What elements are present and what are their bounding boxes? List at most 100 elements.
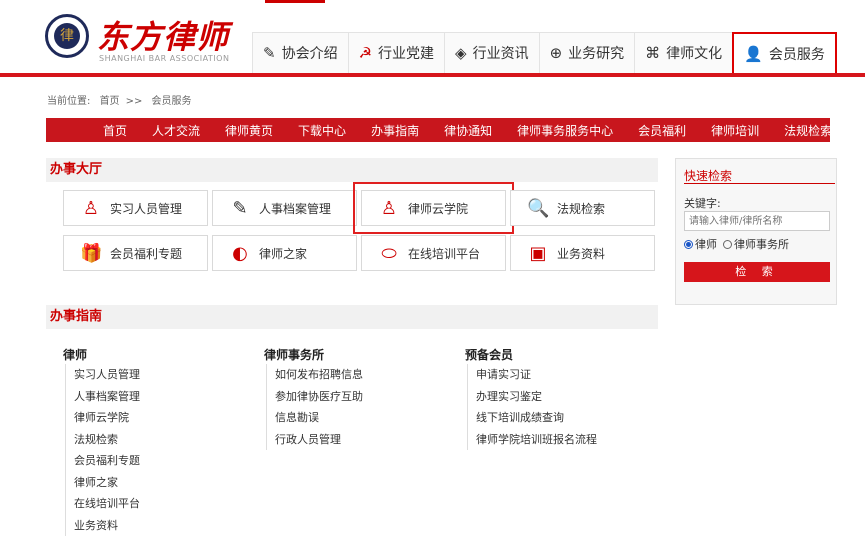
guide-link[interactable]: 律师云学院 (74, 407, 140, 429)
guide-link[interactable]: 律师学院培训班报名流程 (476, 429, 597, 451)
party-emblem-icon: ☭ (358, 44, 373, 62)
search-icon: 🔍 (527, 197, 550, 219)
nav-item-culture[interactable]: ⌘ 律师文化 (634, 32, 734, 73)
sub-nav: 首页 人才交流 律师黄页 下载中心 办事指南 律协通知 律师事务服务中心 会员福… (46, 118, 832, 142)
subnav-guide[interactable]: 办事指南 (371, 122, 419, 139)
guide-link[interactable]: 行政人员管理 (275, 429, 363, 451)
guide-link[interactable]: 申请实习证 (476, 364, 597, 386)
person-icon: ♙ (82, 197, 100, 219)
association-seal-icon: 律 (45, 14, 89, 58)
guide-link[interactable]: 会员福利专题 (74, 450, 140, 472)
nav-label: 行业资讯 (472, 46, 529, 62)
home-icon: ◐ (232, 242, 248, 264)
globe-icon: ⊕ (549, 44, 563, 62)
hall-button-cloud-academy[interactable]: ♙ 律师云学院 (353, 182, 514, 234)
breadcrumb: 当前位置: 首页 >> 会员服务 (47, 92, 198, 107)
quick-search-divider (684, 183, 835, 184)
guide-link[interactable]: 业务资料 (74, 515, 140, 537)
nav-item-party-building[interactable]: ☭ 行业党建 (347, 32, 446, 73)
edit-icon: ✎ (232, 197, 248, 219)
hall-button-law-search[interactable]: 🔍 法规检索 (510, 190, 655, 226)
guide-link[interactable]: 信息勘误 (275, 407, 363, 429)
radio-law-firm-label: 律师事务所 (734, 238, 789, 251)
search-type-group: 律师 律师事务所 (684, 236, 789, 252)
nav-label: 业务研究 (568, 46, 625, 62)
main-nav: ✎ 协会介绍 ☭ 行业党建 ◈ 行业资讯 ⊕ 业务研究 ⌘ 律师文化 👤 会员服务 (252, 32, 837, 76)
nav-label: 行业党建 (378, 46, 435, 62)
guide-link[interactable]: 如何发布招聘信息 (275, 364, 363, 386)
site-logo[interactable]: 律 东方律师 SHANGHAI BAR ASSOCIATION (45, 14, 245, 70)
guide-list-lawyer: 实习人员管理 人事档案管理 律师云学院 法规检索 会员福利专题 律师之家 在线培… (65, 364, 140, 536)
subnav-downloads[interactable]: 下载中心 (298, 122, 346, 139)
subnav-notices[interactable]: 律协通知 (444, 122, 492, 139)
hall-section-title: 办事大厅 (46, 158, 658, 182)
subnav-training[interactable]: 律师培训 (711, 122, 759, 139)
guide-column-title-lawyer: 律师 (63, 348, 88, 362)
hall-button-intern-management[interactable]: ♙ 实习人员管理 (63, 190, 208, 226)
nav-label: 会员服务 (768, 47, 825, 63)
radio-lawyer[interactable] (684, 239, 693, 249)
hall-button-label: 律师之家 (259, 246, 308, 261)
user-icon: 👤 (744, 45, 763, 63)
breadcrumb-prefix: 当前位置: (47, 96, 91, 107)
guide-link[interactable]: 线下培训成绩查询 (476, 407, 597, 429)
hall-button-label: 人事档案管理 (259, 201, 332, 216)
guide-column-title-law-firm: 律师事务所 (264, 348, 325, 362)
hall-button-lawyer-home[interactable]: ◐ 律师之家 (212, 235, 357, 271)
guide-link[interactable]: 在线培训平台 (74, 493, 140, 515)
hall-button-label: 法规检索 (557, 201, 606, 216)
header-divider (0, 73, 865, 77)
subnav-yellow-pages[interactable]: 律师黄页 (225, 122, 273, 139)
keyword-input[interactable] (684, 211, 830, 231)
nav-label: 律师文化 (666, 46, 723, 62)
tag-icon: ◈ (455, 44, 467, 62)
guide-link[interactable]: 办理实习鉴定 (476, 386, 597, 408)
subnav-home[interactable]: 首页 (103, 122, 127, 139)
hall-button-business-materials[interactable]: ▣ 业务资料 (510, 235, 655, 271)
box-icon: ▣ (529, 242, 547, 264)
command-icon: ⌘ (645, 44, 661, 62)
nav-label: 协会介绍 (281, 46, 338, 62)
guide-column-title-prospective: 预备会员 (465, 348, 514, 362)
guide-link[interactable]: 律师之家 (74, 472, 140, 494)
guide-section-title: 办事指南 (46, 305, 658, 329)
guide-link[interactable]: 人事档案管理 (74, 386, 140, 408)
subnav-firm-service[interactable]: 律师事务服务中心 (517, 122, 613, 139)
guide-list-law-firm: 如何发布招聘信息 参加律协医疗互助 信息勘误 行政人员管理 (266, 364, 363, 450)
guide-link[interactable]: 法规检索 (74, 429, 140, 451)
hall-button-member-benefits[interactable]: 🎁 会员福利专题 (63, 235, 208, 271)
subnav-benefits[interactable]: 会员福利 (638, 122, 686, 139)
brand-subtitle: SHANGHAI BAR ASSOCIATION (99, 54, 230, 63)
hall-button-label: 律师云学院 (408, 201, 469, 216)
radio-law-firm[interactable] (723, 239, 732, 249)
radio-lawyer-label: 律师 (695, 238, 717, 251)
hall-button-personnel-files[interactable]: ✎ 人事档案管理 (212, 190, 357, 226)
hall-button-label: 实习人员管理 (110, 201, 183, 216)
keyword-label: 关键字: (684, 197, 721, 210)
breadcrumb-separator: >> (125, 96, 143, 107)
edit-icon: ✎ (263, 44, 276, 62)
guide-link[interactable]: 实习人员管理 (74, 364, 140, 386)
quick-search-title: 快速检索 (684, 169, 733, 183)
brand-name: 东方律师 (97, 18, 230, 56)
breadcrumb-home[interactable]: 首页 (100, 96, 120, 107)
gift-icon: 🎁 (80, 242, 103, 264)
guide-link[interactable]: 参加律协医疗互助 (275, 386, 363, 408)
breadcrumb-current[interactable]: 会员服务 (152, 96, 192, 107)
pill-icon: ⬭ (381, 242, 397, 264)
guide-list-prospective: 申请实习证 办理实习鉴定 线下培训成绩查询 律师学院培训班报名流程 (467, 364, 597, 450)
subnav-talent[interactable]: 人才交流 (152, 122, 200, 139)
search-button[interactable]: 检 索 (684, 262, 830, 282)
top-accent-line (265, 0, 325, 3)
hall-button-online-training[interactable]: ⬭ 在线培训平台 (361, 235, 506, 271)
nav-item-research[interactable]: ⊕ 业务研究 (538, 32, 636, 73)
hall-button-label: 在线培训平台 (408, 246, 481, 261)
hall-button-label: 业务资料 (557, 246, 606, 261)
nav-item-member-services[interactable]: 👤 会员服务 (732, 32, 837, 76)
hall-button-label: 会员福利专题 (110, 246, 183, 261)
nav-item-association[interactable]: ✎ 协会介绍 (252, 32, 349, 73)
nav-item-industry-news[interactable]: ◈ 行业资讯 (444, 32, 540, 73)
person-icon: ♙ (380, 197, 398, 219)
quick-search-panel: 快速检索 关键字: 律师 律师事务所 检 索 (675, 158, 837, 305)
subnav-law-search[interactable]: 法规检索 (784, 122, 832, 139)
